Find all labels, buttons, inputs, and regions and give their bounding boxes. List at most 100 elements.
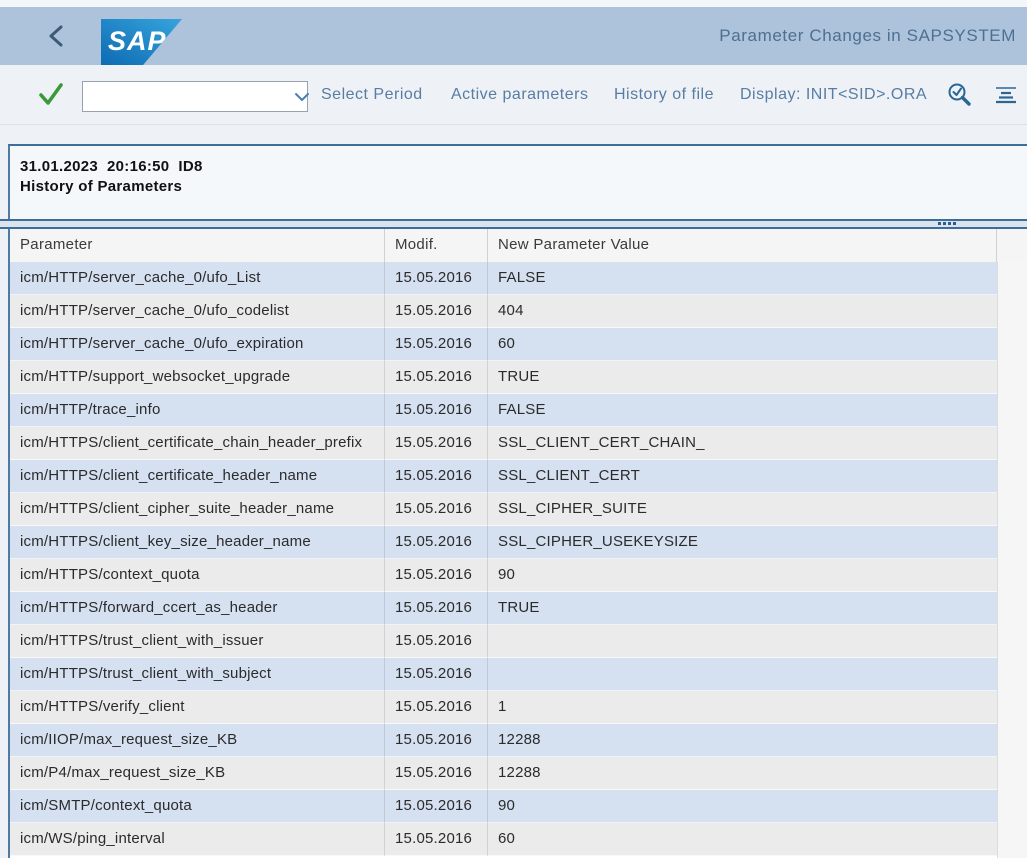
command-input[interactable] (83, 82, 294, 111)
cell-modif: 15.05.2016 (385, 724, 488, 757)
column-header-new-value[interactable]: New Parameter Value (488, 229, 997, 262)
table-row[interactable]: icm/P4/max_request_size_KB 15.05.2016 12… (10, 757, 997, 790)
sap-logo: SAP (101, 19, 182, 65)
cell-value: 12288 (488, 757, 997, 790)
cell-modif: 15.05.2016 (385, 691, 488, 724)
sap-logo-text: SAP (101, 26, 167, 59)
cell-modif: 15.05.2016 (385, 658, 488, 691)
cell-parameter: icm/HTTP/support_websocket_upgrade (10, 361, 385, 394)
cell-modif: 15.05.2016 (385, 394, 488, 427)
chevron-left-icon (48, 25, 64, 47)
cell-parameter: icm/HTTP/server_cache_0/ufo_List (10, 262, 385, 295)
titlebar: SAP Parameter Changes in SAPSYSTEM (0, 7, 1027, 65)
table-row[interactable]: icm/HTTPS/trust_client_with_subject 15.0… (10, 658, 997, 691)
command-combobox[interactable] (82, 81, 308, 112)
cell-value: 404 (488, 295, 997, 328)
find-button[interactable] (946, 82, 972, 108)
back-button[interactable] (42, 21, 70, 51)
cell-modif: 15.05.2016 (385, 328, 488, 361)
cell-modif: 15.05.2016 (385, 757, 488, 790)
cell-value: FALSE (488, 262, 997, 295)
table-row[interactable]: icm/HTTPS/client_key_size_header_name 15… (10, 526, 997, 559)
page-title: Parameter Changes in SAPSYSTEM (719, 7, 1016, 65)
table-row[interactable]: icm/IIOP/max_request_size_KB 15.05.2016 … (10, 724, 997, 757)
table-row[interactable]: icm/HTTPS/context_quota 15.05.2016 90 (10, 559, 997, 592)
table-row[interactable]: icm/HTTP/server_cache_0/ufo_List 15.05.2… (10, 262, 997, 295)
cell-value: 60 (488, 823, 997, 856)
table-header: Parameter Modif. New Parameter Value (8, 229, 1027, 262)
table-row[interactable]: icm/HTTPS/client_certificate_chain_heade… (10, 427, 997, 460)
cell-modif: 15.05.2016 (385, 790, 488, 823)
cell-value: SSL_CIPHER_SUITE (488, 493, 997, 526)
column-header-modif[interactable]: Modif. (385, 229, 488, 262)
display-file-button[interactable]: Display: INIT<SID>.ORA (740, 65, 927, 124)
cell-value (488, 625, 997, 658)
cell-value: 90 (488, 790, 997, 823)
ok-button[interactable] (37, 79, 65, 109)
table-row[interactable]: icm/HTTPS/trust_client_with_issuer 15.05… (10, 625, 997, 658)
cell-parameter: icm/HTTPS/trust_client_with_subject (10, 658, 385, 691)
cell-value: 1 (488, 691, 997, 724)
cell-value: 12288 (488, 724, 997, 757)
cell-value: SSL_CIPHER_USEKEYSIZE (488, 526, 997, 559)
cell-value: TRUE (488, 361, 997, 394)
active-parameters-button[interactable]: Active parameters (451, 65, 588, 124)
table-row[interactable]: icm/HTTPS/client_certificate_header_name… (10, 460, 997, 493)
column-header-filler (997, 229, 1027, 262)
table-row[interactable]: icm/SMTP/context_quota 15.05.2016 90 (10, 790, 997, 823)
cell-modif: 15.05.2016 (385, 526, 488, 559)
table-body: icm/HTTP/server_cache_0/ufo_List 15.05.2… (8, 262, 997, 858)
cell-parameter: icm/HTTPS/forward_ccert_as_header (10, 592, 385, 625)
magnifier-check-icon (946, 82, 972, 108)
cell-parameter: icm/P4/max_request_size_KB (10, 757, 385, 790)
column-header-parameter[interactable]: Parameter (10, 229, 385, 262)
cell-value: FALSE (488, 394, 997, 427)
report-info-panel: 31.01.2023 20:16:50 ID8 History of Param… (8, 144, 1027, 219)
cell-parameter: icm/HTTPS/client_certificate_chain_heade… (10, 427, 385, 460)
cell-modif: 15.05.2016 (385, 493, 488, 526)
cell-modif: 15.05.2016 (385, 361, 488, 394)
cell-modif: 15.05.2016 (385, 262, 488, 295)
cell-parameter: icm/HTTPS/client_key_size_header_name (10, 526, 385, 559)
cell-parameter: icm/HTTPS/context_quota (10, 559, 385, 592)
cell-parameter: icm/WS/ping_interval (10, 823, 385, 856)
table-row[interactable]: icm/HTTPS/verify_client 15.05.2016 1 (10, 691, 997, 724)
cell-modif: 15.05.2016 (385, 592, 488, 625)
cell-parameter: icm/HTTPS/verify_client (10, 691, 385, 724)
table-row[interactable]: icm/WS/ping_interval 15.05.2016 60 (10, 823, 997, 856)
cell-parameter: icm/IIOP/max_request_size_KB (10, 724, 385, 757)
stacked-lines-icon (993, 82, 1019, 108)
cell-value: SSL_CLIENT_CERT_CHAIN_ (488, 427, 997, 460)
table-row[interactable]: icm/HTTP/server_cache_0/ufo_codelist 15.… (10, 295, 997, 328)
cell-parameter: icm/HTTP/server_cache_0/ufo_codelist (10, 295, 385, 328)
cell-modif: 15.05.2016 (385, 559, 488, 592)
cell-parameter: icm/SMTP/context_quota (10, 790, 385, 823)
cell-parameter: icm/HTTP/trace_info (10, 394, 385, 427)
cell-modif: 15.05.2016 (385, 823, 488, 856)
cell-value: 90 (488, 559, 997, 592)
table-row[interactable]: icm/HTTP/trace_info 15.05.2016 FALSE (10, 394, 997, 427)
history-of-file-button[interactable]: History of file (614, 65, 714, 124)
table-row[interactable]: icm/HTTP/support_websocket_upgrade 15.05… (10, 361, 997, 394)
splitter-grip-icon[interactable] (938, 222, 956, 225)
table-row[interactable]: icm/HTTP/server_cache_0/ufo_expiration 1… (10, 328, 997, 361)
cell-value (488, 658, 997, 691)
table-right-filler (997, 262, 1027, 858)
cell-parameter: icm/HTTPS/client_cipher_suite_header_nam… (10, 493, 385, 526)
cell-value: 60 (488, 328, 997, 361)
sort-layout-button[interactable] (993, 82, 1019, 108)
report-title: History of Parameters (20, 177, 1027, 197)
splitter-bar[interactable] (0, 219, 1027, 229)
select-period-button[interactable]: Select Period (321, 65, 423, 124)
cell-modif: 15.05.2016 (385, 625, 488, 658)
cell-value: TRUE (488, 592, 997, 625)
window-top-strip (0, 0, 1027, 7)
toolbar: Select Period Active parameters History … (0, 65, 1027, 125)
cell-value: SSL_CLIENT_CERT (488, 460, 997, 493)
report-timestamp: 31.01.2023 20:16:50 ID8 (20, 157, 1027, 177)
chevron-down-icon[interactable] (294, 82, 310, 111)
cell-parameter: icm/HTTPS/trust_client_with_issuer (10, 625, 385, 658)
check-icon (37, 79, 65, 109)
table-row[interactable]: icm/HTTPS/client_cipher_suite_header_nam… (10, 493, 997, 526)
table-row[interactable]: icm/HTTPS/forward_ccert_as_header 15.05.… (10, 592, 997, 625)
